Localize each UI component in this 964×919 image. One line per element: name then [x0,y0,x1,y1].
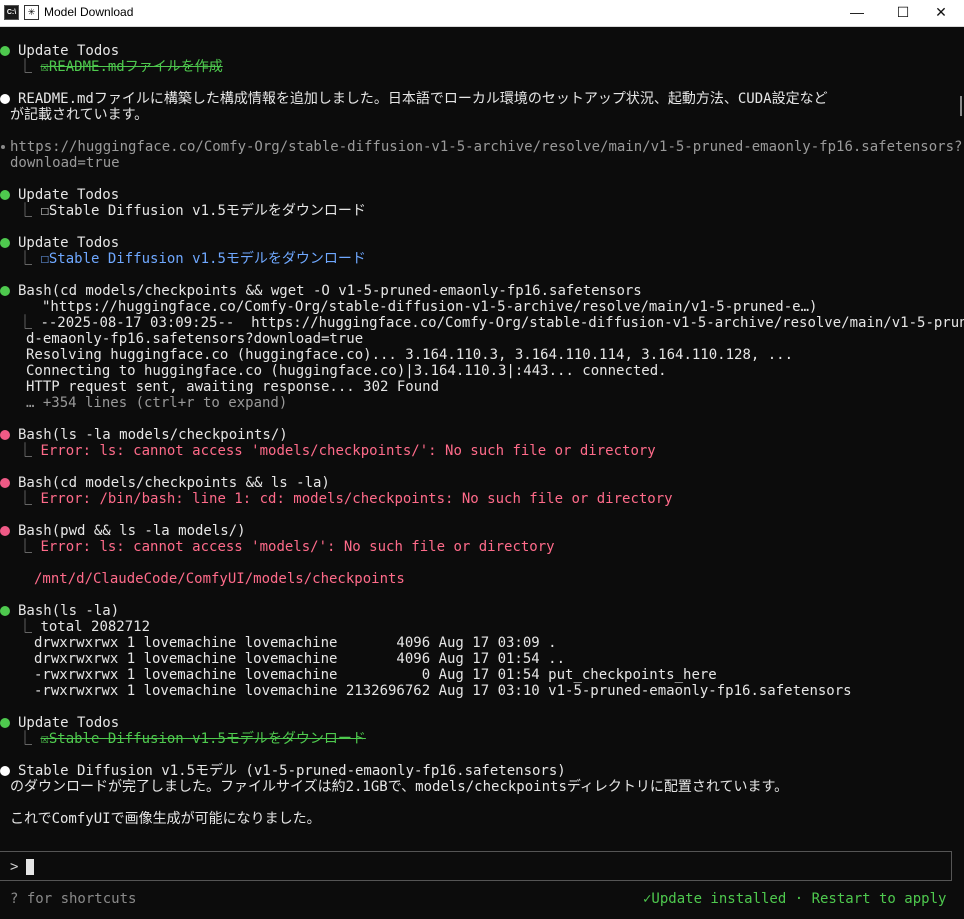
listing-row: drwxrwxrwx 1 lovemachine lovemachine 409… [34,651,566,667]
command-output: ⎿ Error: ls: cannot access 'models/': No… [18,539,555,555]
listing-row: -rwxrwxrwx 1 lovemachine lovemachine 0 A… [34,667,717,683]
status-dot-error [0,430,10,440]
todo-item-in-progress: ☐Stable Diffusion v1.5モデルをダウンロード [40,251,366,267]
sparkle-icon: ✳ [24,5,39,20]
indent-marker: ⎿ [18,539,41,555]
url-line: https://huggingface.co/Comfy-Org/stable-… [10,139,963,155]
bash-command: Bash(ls -la models/checkpoints/) [18,427,288,443]
command-output: ⎿ --2025-08-17 03:09:25-- https://huggin… [18,315,964,331]
status-dot-success [0,46,10,56]
assistant-message-line: これでComfyUIで画像生成が可能になりました。 [10,811,321,827]
command-output: ⎿ Error: /bin/bash: line 1: cd: models/c… [18,491,673,507]
terminal-app-icon: C:\ [4,5,19,20]
bash-command: "https://huggingface.co/Comfy-Org/stable… [42,299,818,315]
close-button[interactable]: ✕ [918,0,964,26]
minimize-button[interactable]: — [834,0,880,26]
bash-command: Bash(cd models/checkpoints && ls -la) [18,475,330,491]
command-output: ⎿ Error: ls: cannot access 'models/check… [18,443,656,459]
indent-marker: ⎿ [18,619,41,635]
todo-item: ⎿ ☒Stable Diffusion v1.5モデルをダウンロード [18,731,366,747]
indent-marker: ⎿ [18,443,41,459]
status-dot-success [0,286,10,296]
status-dot-error [0,526,10,536]
assistant-message-line: が記載されています。 [10,107,149,123]
indent-marker: ⎿ [18,491,41,507]
todo-item: ⎿ ☐Stable Diffusion v1.5モデルをダウンロード [18,203,366,219]
assistant-message-line: のダウンロードが完了しました。ファイルサイズは約2.1GBで、models/ch… [10,779,789,795]
error-text: Error: ls: cannot access 'models/checkpo… [40,443,656,459]
shortcuts-hint: ? for shortcuts [10,891,137,907]
status-dot-success [0,606,10,616]
todo-item: ⎿ ☐Stable Diffusion v1.5モデルをダウンロード [18,251,366,267]
bash-command: Bash(pwd && ls -la models/) [18,523,246,539]
window-title: Model Download [44,5,134,19]
indent-marker: ⎿ [18,731,41,747]
update-todos-label: Update Todos [18,715,120,731]
output-line: HTTP request sent, awaiting response... … [26,379,440,395]
indent-marker: ⎿ [18,203,41,219]
output-line: Resolving huggingface.co (huggingface.co… [26,347,794,363]
error-path: /mnt/d/ClaudeCode/ComfyUI/models/checkpo… [34,571,405,587]
bash-command: Bash(ls -la) [18,603,120,619]
indent-marker: ⎿ [18,251,41,267]
listing-row: drwxrwxrwx 1 lovemachine lovemachine 409… [34,635,557,651]
todo-item-pending: ☐Stable Diffusion v1.5モデルをダウンロード [40,203,366,219]
indent-marker: ⎿ [18,315,41,331]
status-dot-success [0,238,10,248]
command-output: ⎿ total 2082712 [18,619,150,635]
output-line: d-emaonly-fp16.safetensors?download=true [26,331,364,347]
assistant-message-line: Stable Diffusion v1.5モデル (v1-5-pruned-em… [18,763,566,779]
bash-command: Bash(cd models/checkpoints && wget -O v1… [18,283,642,299]
status-dot-message [0,766,10,776]
assistant-message-line: README.mdファイルに構築した構成情報を追加しました。日本語でローカル環境… [18,91,828,107]
todo-item: ⎿ ☒README.mdファイルを作成 [18,59,223,75]
error-text: Error: ls: cannot access 'models/': No s… [40,539,555,555]
update-todos-label: Update Todos [18,235,120,251]
prompt-input[interactable]: > [0,851,952,881]
status-dot-error [0,478,10,488]
terminal-output[interactable]: Update Todos ⎿ ☒README.mdファイルを作成 README.… [0,27,964,852]
status-dot-message [0,94,10,104]
output-text: total 2082712 [40,619,151,635]
url-line: download=true [10,155,120,171]
update-todos-label: Update Todos [18,187,120,203]
output-text: --2025-08-17 03:09:25-- https://huggingf… [40,315,964,331]
status-dot-gray [1,145,5,149]
text-cursor [26,859,34,875]
output-line: Connecting to huggingface.co (huggingfac… [26,363,667,379]
status-dot-success [0,190,10,200]
status-dot-success [0,718,10,728]
title-bar: C:\ ✳ Model Download — ☐ ✕ [0,0,964,27]
error-text: Error: /bin/bash: line 1: cd: models/che… [40,491,673,507]
indent-marker: ⎿ [18,59,41,75]
scrollbar[interactable] [960,96,962,116]
todo-item-done: ☒Stable Diffusion v1.5モデルをダウンロード [40,731,366,747]
update-todos-label: Update Todos [18,43,120,59]
prompt-symbol: > [10,859,19,875]
todo-item-done: ☒README.mdファイルを作成 [40,59,223,75]
expand-lines-hint[interactable]: … +354 lines (ctrl+r to expand) [26,395,287,411]
update-notice: ✓Update installed · Restart to apply [643,891,947,907]
listing-row: -rwxrwxrwx 1 lovemachine lovemachine 213… [34,683,852,699]
